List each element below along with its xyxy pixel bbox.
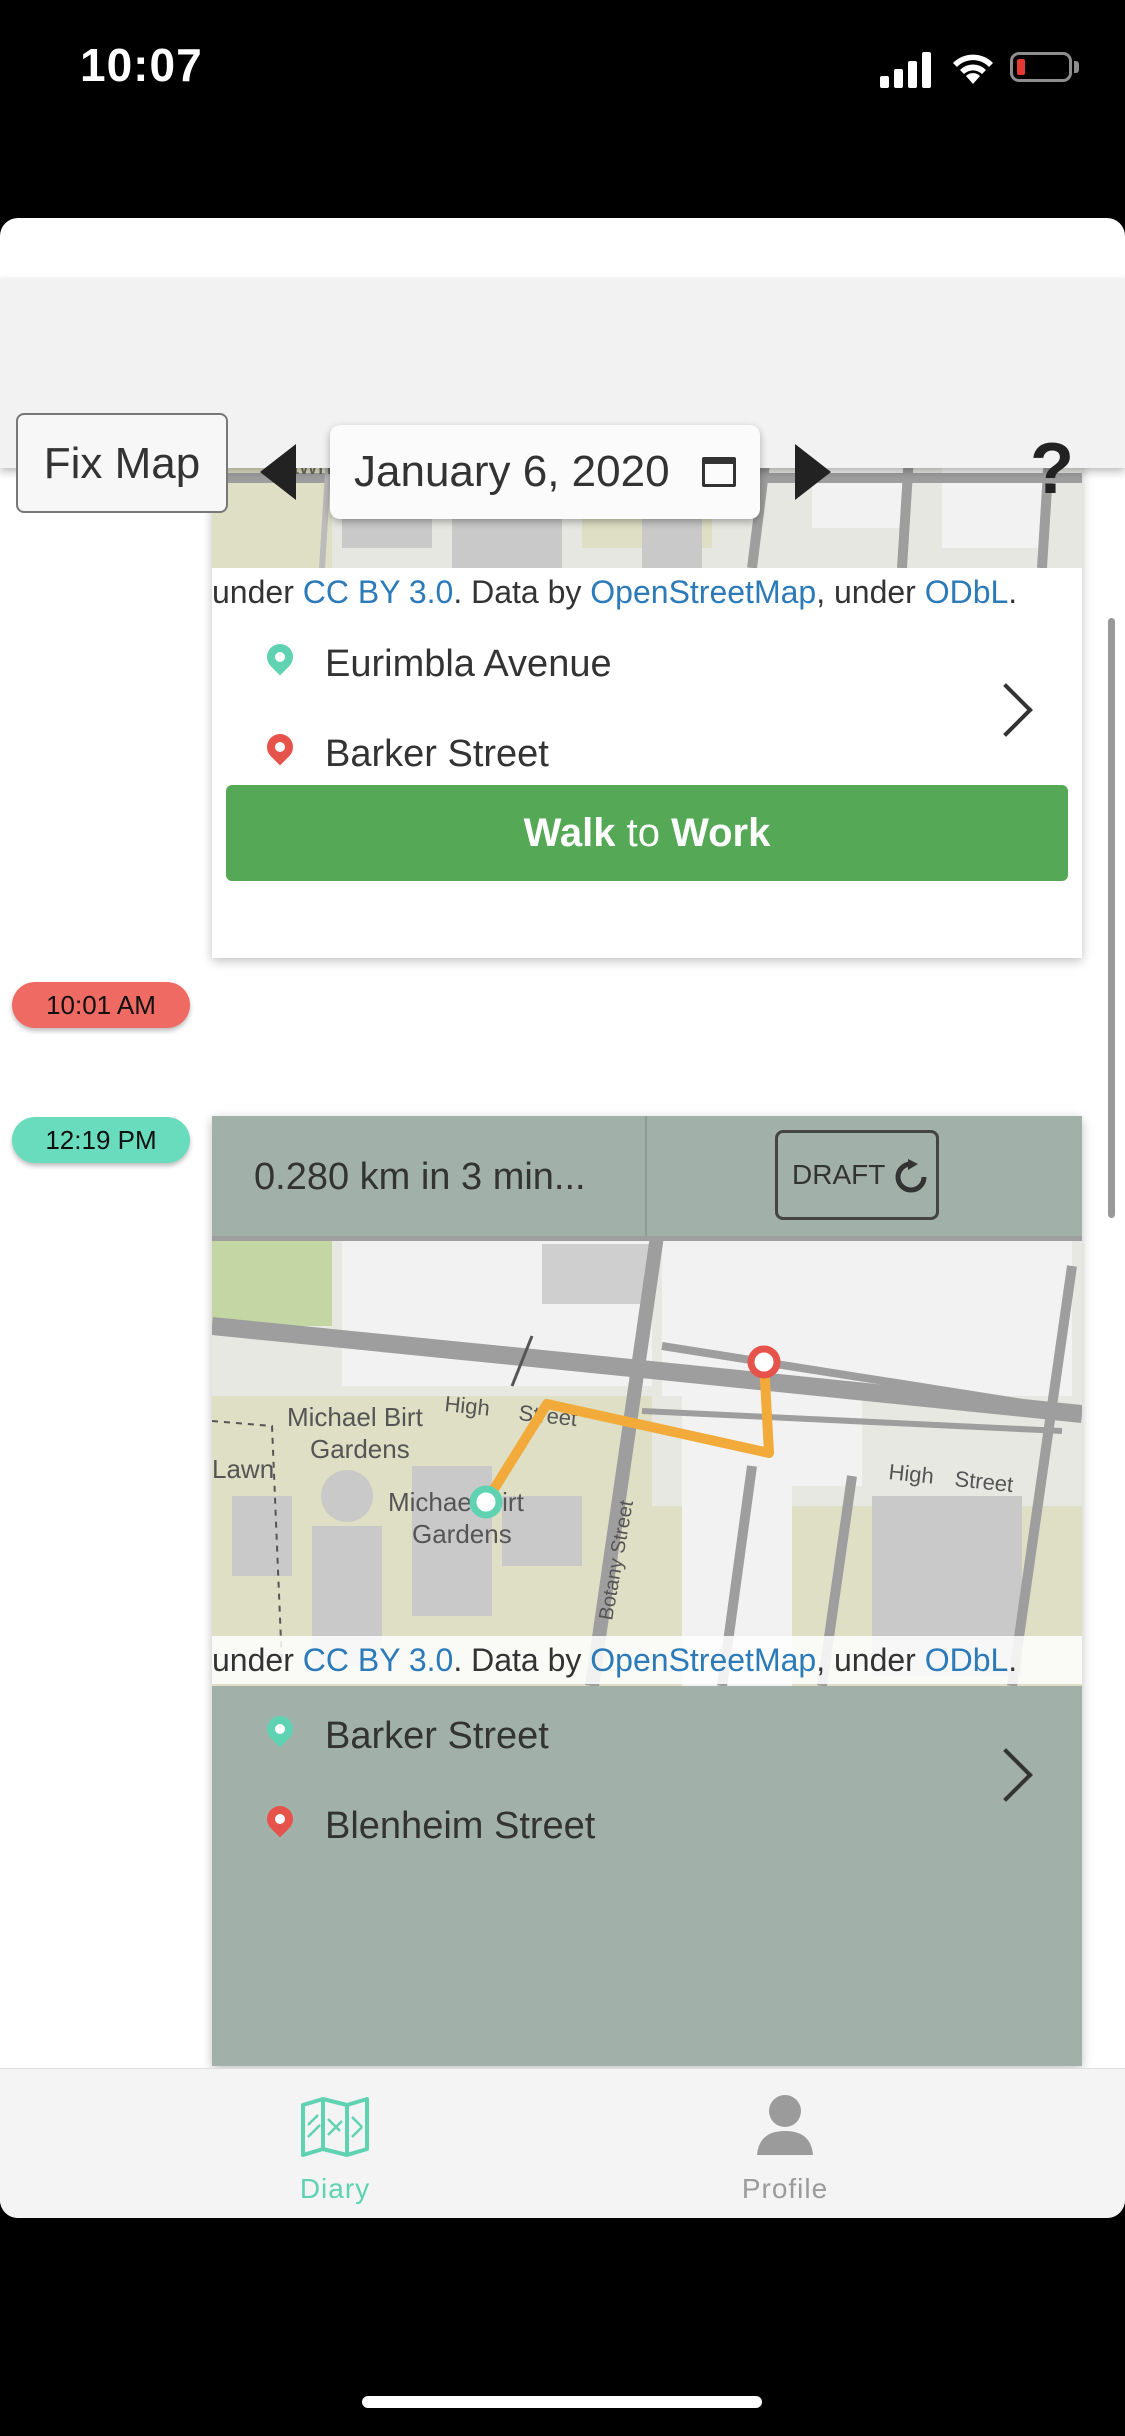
osm-link[interactable]: OpenStreetMap [590, 1642, 816, 1678]
destination-pin-icon [261, 1800, 299, 1838]
scrollbar[interactable] [1108, 618, 1115, 1218]
draft-label: DRAFT [792, 1159, 886, 1190]
person-icon [757, 2095, 813, 2155]
help-button[interactable]: ? [1030, 428, 1074, 510]
map-label-street-high-3: High [887, 1459, 935, 1489]
tab-diary-label: Diary [299, 2173, 371, 2204]
wifi-icon [953, 54, 993, 84]
tab-bar: Diary Profile [0, 2068, 1125, 2218]
map-attribution: under CC BY 3.0. Data by OpenStreetMap, … [212, 568, 1082, 616]
to-text: to [626, 811, 660, 855]
odbl-link[interactable]: ODbL [925, 574, 1009, 610]
diary-list[interactable]: Lawn under CC BY 3.0. Data by OpenStreet… [0, 468, 1125, 2068]
map-label-gardens-word-2: Gardens [412, 1519, 512, 1549]
refresh-icon [895, 1159, 927, 1193]
trip-start-time: 12:19 PM [12, 1117, 190, 1163]
app-sheet: Fix Map January 6, 2020 ? under CC BY 3.… [0, 218, 1125, 2218]
draft-trip-card[interactable]: 0.280 km in 3 min... DRAFT Michael Birt … [212, 1116, 1082, 2066]
date-header: Fix Map January 6, 2020 ? [0, 278, 1125, 519]
calendar-icon [702, 457, 736, 487]
battery-tip [1074, 61, 1079, 73]
trip-map[interactable]: Michael Birt Gardens Lawn Michael Birt G… [212, 1236, 1082, 1686]
chevron-right-icon[interactable] [979, 1748, 1033, 1802]
home-indicator[interactable] [362, 2396, 762, 2408]
draft-button[interactable]: DRAFT [775, 1130, 939, 1220]
date-picker[interactable]: January 6, 2020 [330, 425, 760, 519]
destination-label: Barker Street [325, 733, 549, 775]
origin-label: Barker Street [325, 1715, 549, 1757]
tab-profile[interactable]: Profile [635, 2069, 935, 2218]
map-tiles: Michael Birt Gardens Lawn Michael Birt G… [212, 1236, 1082, 1686]
next-day-arrow-icon[interactable] [795, 444, 831, 500]
battery-icon [1010, 52, 1072, 82]
trip-end-time: 10:01 AM [12, 982, 190, 1028]
tab-diary[interactable]: Diary [185, 2069, 485, 2218]
route-start-marker [469, 1485, 503, 1519]
purpose-mode-button[interactable]: Walk to Work [226, 785, 1068, 881]
mode-text: Walk [523, 811, 616, 855]
origin-pin-icon [261, 638, 299, 676]
origin-label: Eurimbla Avenue [325, 643, 612, 685]
cc-by-link[interactable]: CC BY 3.0 [303, 1642, 454, 1678]
tab-profile-label: Profile [741, 2173, 829, 2204]
previous-day-arrow-icon[interactable] [260, 444, 296, 500]
cc-by-link[interactable]: CC BY 3.0 [303, 574, 454, 610]
status-bar: 10:07 [0, 0, 1125, 140]
destination-pin-icon [261, 728, 299, 766]
map-icon [301, 2097, 369, 2157]
osm-link[interactable]: OpenStreetMap [590, 574, 816, 610]
status-time: 10:07 [80, 39, 203, 91]
trip-card[interactable]: Lawn under CC BY 3.0. Data by OpenStreet… [212, 468, 1082, 958]
map-label-lawn: Lawn [212, 1454, 274, 1484]
map-label-gardens-name: Michael Birt [287, 1402, 424, 1432]
signal-icon [880, 52, 932, 88]
purpose-text: Work [671, 811, 771, 855]
chevron-right-icon[interactable] [979, 683, 1033, 737]
date-text: January 6, 2020 [354, 447, 670, 496]
map-label-street-high-1: High [443, 1391, 491, 1421]
destination-label: Blenheim Street [325, 1805, 596, 1847]
map-label-gardens-word: Gardens [310, 1434, 410, 1464]
header-divider [645, 1116, 647, 1236]
route-end-marker [747, 1345, 781, 1379]
trip-summary: 0.280 km in 3 min... [254, 1156, 586, 1198]
origin-pin-icon [261, 1710, 299, 1748]
map-attribution: under CC BY 3.0. Data by OpenStreetMap, … [212, 1636, 1082, 1684]
fix-map-button[interactable]: Fix Map [16, 413, 228, 513]
map-label-gardens-name-2: Michael Birt [388, 1487, 525, 1517]
odbl-link[interactable]: ODbL [925, 1642, 1009, 1678]
